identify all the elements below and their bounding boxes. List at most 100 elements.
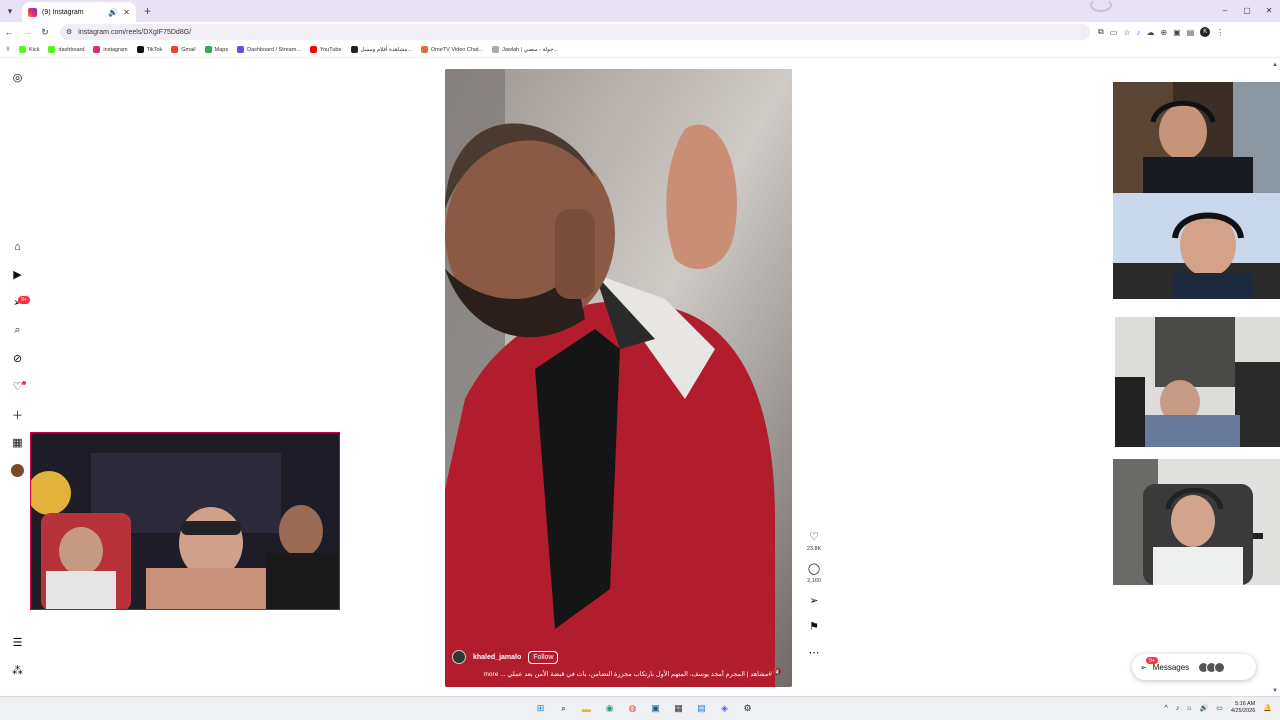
network-icon[interactable]: ⌂ xyxy=(1187,705,1191,712)
bookmark-label: Gmail xyxy=(181,46,196,53)
site-info-icon[interactable]: ⚙ xyxy=(66,28,72,36)
like-heart-icon[interactable]: ♡ xyxy=(805,530,823,543)
new-tab-button[interactable]: + xyxy=(144,4,151,18)
reels-icon[interactable]: ▶ xyxy=(11,268,24,281)
loading-spinner-icon xyxy=(1090,0,1112,12)
system-tray: ^ ♪ ⌂ 🔊 ▭ 5:16 AM 4/25/2026 🔔 xyxy=(1164,701,1272,715)
translate-icon[interactable]: ⧉ xyxy=(1098,27,1104,37)
dashboard-icon[interactable]: ▦ xyxy=(11,436,24,449)
home-icon[interactable]: ⌂ xyxy=(11,240,24,253)
streamer-webcam xyxy=(30,432,340,610)
app-icon-1[interactable]: ▣ xyxy=(648,701,663,716)
microphone-icon[interactable]: ♪ xyxy=(1176,705,1180,712)
bookmark-item[interactable]: instagram xyxy=(93,46,128,53)
save-bookmark-icon[interactable]: ⚑ xyxy=(805,620,823,633)
follow-button[interactable]: Follow xyxy=(528,650,559,664)
bookmark-favicon-icon xyxy=(420,46,428,53)
windows-start-icon[interactable]: ⊞ xyxy=(533,701,548,716)
more-options-icon[interactable]: ⋯ xyxy=(805,646,823,659)
app-icon-2[interactable]: ▦ xyxy=(671,701,686,716)
also-from-meta-icon[interactable]: ⁂ xyxy=(11,664,24,677)
cloud-icon[interactable]: ☁ xyxy=(1146,28,1154,37)
scroll-down-arrow-icon[interactable]: ▼ xyxy=(1272,688,1278,694)
back-icon[interactable]: ← xyxy=(0,23,18,41)
cast-icon[interactable]: ▭ xyxy=(1110,28,1118,37)
battery-icon[interactable]: ▭ xyxy=(1216,704,1223,712)
bookmark-favicon-icon xyxy=(204,46,212,53)
bookmarks-bar: ⠿ Kick dashboard instagram TikTok Gmail Maps D… xyxy=(0,42,1280,58)
browser-toolbar: ⧉ ▭ ☆ ♪ ☁ ⊕ ▣ ▤ K ⋮ xyxy=(1098,27,1224,37)
notification-icon[interactable]: 🔔 xyxy=(1263,704,1272,712)
reel-author-row: khaled_jamalo Follow xyxy=(452,650,559,664)
comment-icon[interactable]: ◯ xyxy=(805,562,823,575)
speaker-icon[interactable]: 🔊 xyxy=(108,8,118,17)
bookmark-item[interactable]: Gmail xyxy=(171,46,196,53)
bookmark-label: Kick xyxy=(29,46,40,53)
bookmark-item[interactable]: Jawlah | جولة - منصي... xyxy=(492,46,558,53)
mute-icon[interactable]: 🔇 xyxy=(773,668,783,678)
puzzle-icon[interactable]: ▣ xyxy=(1173,28,1181,37)
tab-list-icon[interactable]: ▾ xyxy=(0,1,20,21)
bookmark-item[interactable]: Maps xyxy=(204,46,228,53)
tab-instagram[interactable]: (9) Instagram 🔊 ✕ xyxy=(22,2,136,22)
bookmark-favicon-icon xyxy=(136,46,144,53)
forward-icon[interactable]: → xyxy=(18,23,36,41)
author-username[interactable]: khaled_jamalo xyxy=(473,654,521,661)
close-tab-icon[interactable]: ✕ xyxy=(123,8,130,17)
bookmark-label: Jawlah | جولة - منصي... xyxy=(502,46,559,53)
clock-time: 5:16 AM xyxy=(1235,701,1256,707)
maximize-button[interactable]: ▢ xyxy=(1236,0,1258,20)
bookmark-favicon-icon xyxy=(350,46,358,53)
bookmark-label: Dashboard / Stream... xyxy=(247,46,301,53)
more-menu-icon[interactable]: ☰ xyxy=(11,636,24,649)
search-icon[interactable]: ⌕ xyxy=(556,701,571,716)
url-field[interactable]: ⚙ instagram.com/reels/DXgIF75Dd8G/ xyxy=(60,24,1090,40)
bookmark-item[interactable]: مشاهدة أفلام ومسل... xyxy=(350,46,412,53)
share-icon[interactable]: ➢ xyxy=(805,594,823,607)
bookmark-item[interactable]: YouTube xyxy=(309,46,342,53)
bookmark-item[interactable]: TikTok xyxy=(136,46,162,53)
search-icon[interactable]: ⌕ xyxy=(11,324,24,337)
tray-overflow-icon[interactable]: ^ xyxy=(1164,705,1167,712)
profile-avatar-icon[interactable] xyxy=(11,464,24,477)
reel-caption[interactable]: #مشاهد | المجرم أمجد يوسف، المتهم الأول … xyxy=(452,670,772,678)
bookmark-label: مشاهدة أفلام ومسل... xyxy=(360,46,412,53)
minimize-button[interactable]: – xyxy=(1214,0,1236,20)
bookmark-favicon-icon xyxy=(19,46,27,53)
app-icon-3[interactable]: ▤ xyxy=(694,701,709,716)
messages-avatars xyxy=(1198,661,1226,673)
menu-icon[interactable]: ⋮ xyxy=(1216,28,1224,37)
volume-icon[interactable]: 🔊 xyxy=(1199,704,1208,712)
clock[interactable]: 5:16 AM 4/25/2026 xyxy=(1231,701,1255,715)
steam-icon[interactable]: ⚙ xyxy=(740,701,755,716)
sidebar-icon[interactable]: ▤ xyxy=(1187,28,1195,37)
url-text: instagram.com/reels/DXgIF75Dd8G/ xyxy=(78,28,192,36)
messages-button[interactable]: ➢ 9+ Messages xyxy=(1132,654,1256,680)
address-bar: ← → ↻ ⚙ instagram.com/reels/DXgIF75Dd8G/… xyxy=(0,22,1280,42)
file-explorer-icon[interactable]: ▬ xyxy=(579,701,594,716)
reel-video[interactable] xyxy=(445,69,792,687)
reload-icon[interactable]: ↻ xyxy=(36,23,54,41)
edge-icon[interactable]: ◉ xyxy=(602,701,617,716)
explore-icon[interactable]: ⊘ xyxy=(11,352,24,365)
chrome-icon[interactable]: ◍ xyxy=(625,701,640,716)
bookmark-item[interactable]: OmeTV Video Chat... xyxy=(420,46,483,53)
create-plus-icon[interactable]: ＋ xyxy=(11,408,24,422)
tab-bar: ▾ (9) Instagram 🔊 ✕ + – ▢ ✕ xyxy=(0,0,1280,22)
media-icon[interactable]: ♪ xyxy=(1136,28,1140,37)
bookmark-item[interactable]: Dashboard / Stream... xyxy=(237,46,301,53)
close-window-button[interactable]: ✕ xyxy=(1258,0,1280,20)
bookmark-item[interactable]: Kick xyxy=(19,46,39,53)
bookmark-label: YouTube xyxy=(319,46,342,53)
instagram-logo-icon[interactable]: ◎ xyxy=(11,71,24,84)
tab-title: (9) Instagram xyxy=(42,8,84,16)
profile-avatar[interactable]: K xyxy=(1200,27,1211,37)
messenger-icon: ➢ xyxy=(1140,662,1147,672)
extension-icon[interactable]: ⊕ xyxy=(1160,28,1167,37)
author-avatar[interactable] xyxy=(452,650,466,664)
apps-icon[interactable]: ⠿ xyxy=(6,47,10,53)
bookmark-star-icon[interactable]: ☆ xyxy=(1123,28,1130,37)
discord-icon[interactable]: ◈ xyxy=(717,701,732,716)
bookmark-item[interactable]: dashboard xyxy=(48,46,84,53)
scroll-up-arrow-icon[interactable]: ▲ xyxy=(1272,62,1278,68)
